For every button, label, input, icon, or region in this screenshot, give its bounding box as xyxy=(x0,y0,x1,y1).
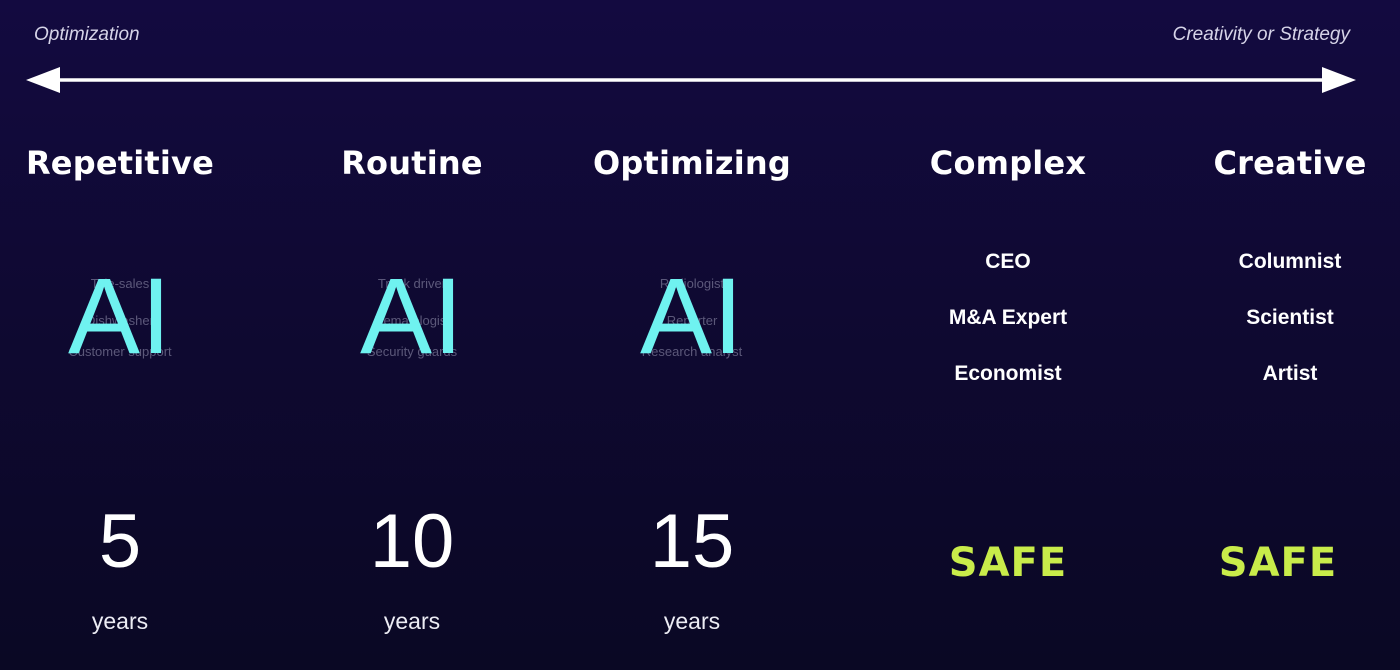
column-routine: Routine Truck driver Hematologist Securi… xyxy=(312,0,512,670)
years-count: 15 xyxy=(649,499,735,584)
job-item: Columnist xyxy=(1238,250,1342,273)
ai-label: AI xyxy=(639,255,745,376)
ai-label: AI xyxy=(67,255,173,376)
ai-label: AI xyxy=(359,255,465,376)
job-item: Scientist xyxy=(1246,306,1334,329)
column-complex: Complex CEO M&A Expert Economist SAFE xyxy=(908,0,1108,670)
job-item: Economist xyxy=(954,362,1062,385)
years-count: 10 xyxy=(369,499,455,584)
column-heading: Routine xyxy=(341,144,483,182)
job-item: M&A Expert xyxy=(948,306,1068,329)
job-item: CEO xyxy=(985,250,1031,273)
column-optimizing: Optimizing Radiologist Reporter Research… xyxy=(592,0,792,670)
column-repetitive: Repetitive Tele-sales Dishwasher Custome… xyxy=(20,0,220,670)
column-heading: Optimizing xyxy=(593,144,791,182)
years-unit: years xyxy=(383,608,441,634)
column-heading: Creative xyxy=(1213,144,1367,182)
safe-label: SAFE xyxy=(1218,540,1338,586)
years-unit: years xyxy=(663,608,721,634)
years-unit: years xyxy=(91,608,149,634)
column-heading: Complex xyxy=(929,144,1087,182)
job-item: Artist xyxy=(1262,362,1318,385)
years-count: 5 xyxy=(98,499,142,584)
safe-label: SAFE xyxy=(948,540,1068,586)
column-heading: Repetitive xyxy=(25,144,215,182)
column-creative: Creative Columnist Scientist Artist SAFE xyxy=(1190,0,1390,670)
